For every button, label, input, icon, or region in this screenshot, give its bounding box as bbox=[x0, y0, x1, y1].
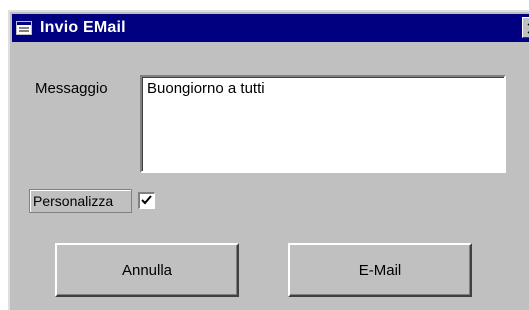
form-icon bbox=[16, 21, 32, 35]
message-text: Buongiorno a tutti bbox=[147, 80, 265, 97]
invio-email-dialog: Invio EMail Messaggio Buongiorno a tutti… bbox=[8, 10, 529, 310]
send-email-button[interactable]: E-Mail bbox=[288, 243, 472, 297]
close-icon bbox=[527, 23, 529, 34]
window-title: Invio EMail bbox=[40, 19, 126, 36]
cancel-button[interactable]: Annulla bbox=[55, 243, 239, 297]
close-button[interactable] bbox=[522, 17, 529, 38]
personalize-checkbox[interactable] bbox=[138, 192, 155, 209]
personalize-label: Personalizza bbox=[29, 189, 132, 213]
message-textarea[interactable]: Buongiorno a tutti bbox=[140, 75, 506, 173]
message-label: Messaggio bbox=[35, 80, 108, 97]
checkmark-icon bbox=[141, 195, 152, 205]
title-bar[interactable]: Invio EMail bbox=[12, 14, 529, 42]
